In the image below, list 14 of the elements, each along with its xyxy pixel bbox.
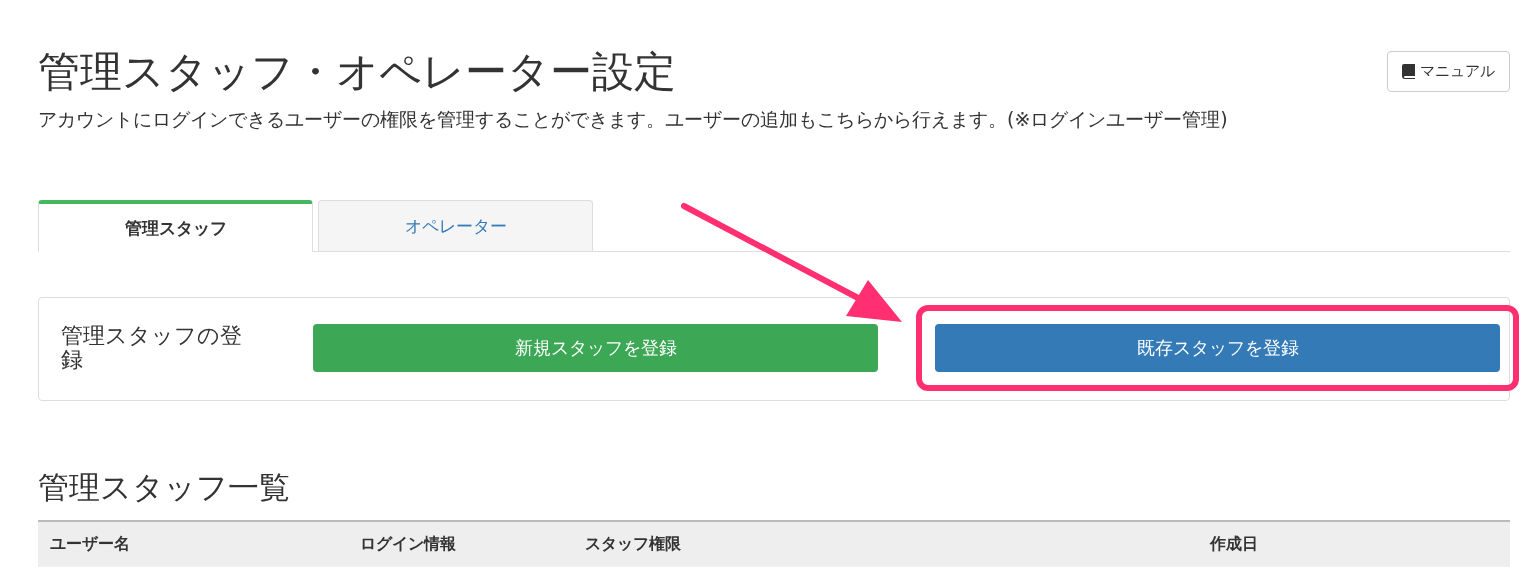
column-header: ユーザー名 — [50, 534, 131, 555]
column-header: 作成日 — [1210, 534, 1259, 555]
register-button[interactable]: 既存スタッフを登録 — [935, 324, 1500, 372]
book-icon — [1402, 64, 1415, 79]
column-header: スタッフ権限 — [585, 534, 682, 555]
panel-label: 管理スタッフの登録 — [61, 324, 243, 372]
tab[interactable]: オペレーター — [318, 200, 593, 251]
page-description: アカウントにログインできるユーザーの権限を管理することができます。ユーザーの追加もこちらから行えます。(※ログインユーザー管理) — [38, 108, 1229, 130]
column-header: ログイン情報 — [360, 534, 457, 555]
page-title: 管理スタッフ・オペレーター設定 — [38, 46, 676, 98]
register-button[interactable]: 新規スタッフを登録 — [313, 324, 878, 372]
manual-button[interactable]: マニュアル — [1387, 51, 1510, 92]
section-heading: 管理スタッフ一覧 — [38, 469, 291, 505]
tab[interactable]: 管理スタッフ — [38, 200, 313, 252]
